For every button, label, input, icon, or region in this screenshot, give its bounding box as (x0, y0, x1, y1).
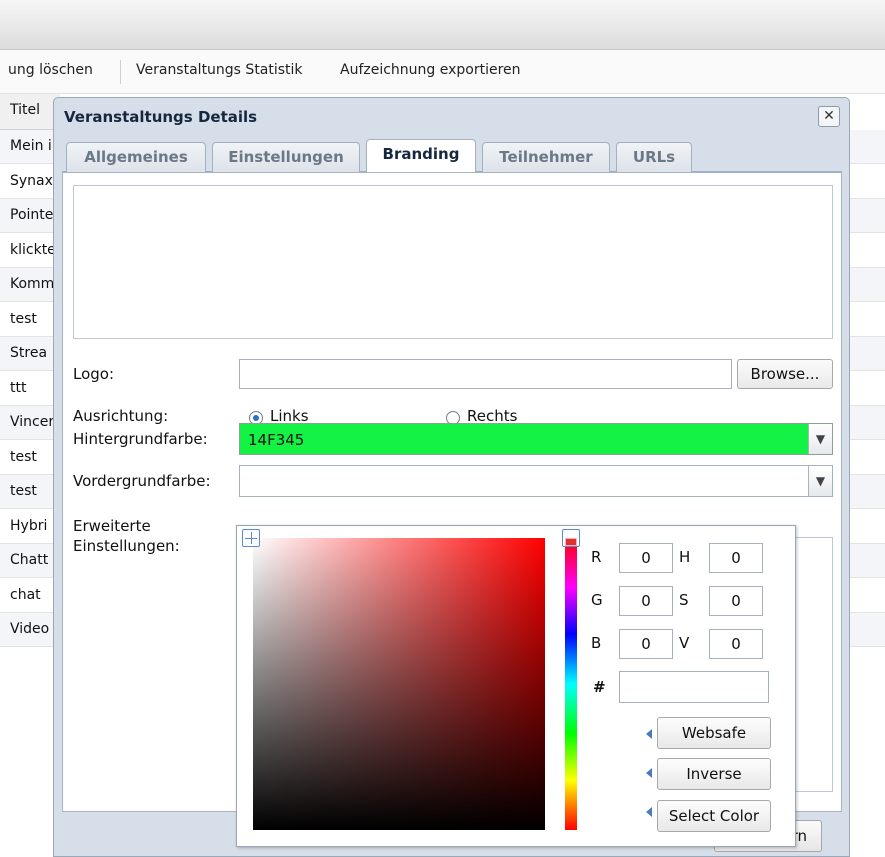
background-color-value: 14F345 (248, 431, 305, 449)
row-title: test (10, 448, 37, 465)
b-label: B (591, 634, 602, 652)
r-label: R (591, 548, 602, 566)
tab-branding[interactable]: Branding (366, 139, 476, 173)
tab-einstellungen[interactable]: Einstellungen (212, 142, 360, 172)
inverse-button[interactable]: Inverse (657, 758, 771, 790)
s-field[interactable]: 0 (709, 586, 763, 616)
close-icon[interactable]: ✕ (818, 106, 840, 127)
row-title: Pointe (10, 207, 54, 223)
row-title: Strea (10, 345, 48, 361)
row-title: Synax (10, 172, 53, 189)
background-color-combo[interactable]: 14F345 ▼ (239, 423, 833, 455)
branding-preview (73, 185, 833, 339)
crosshair-icon[interactable] (242, 529, 260, 547)
row-title: test (10, 310, 37, 327)
select-color-button[interactable]: Select Color (657, 800, 771, 832)
h-label: H (679, 548, 691, 566)
export-recording-button[interactable]: Aufzeichnung exportieren (340, 62, 521, 78)
triangle-left-icon (646, 807, 652, 817)
row-title: test (10, 483, 37, 499)
row-title: ttt (10, 379, 27, 396)
h-field[interactable]: 0 (709, 543, 763, 573)
row-title: Komm (10, 276, 55, 292)
v-label: V (679, 634, 690, 652)
tab-urls[interactable]: URLs (616, 142, 692, 172)
triangle-left-icon (646, 768, 652, 778)
delete-event-button[interactable]: ung löschen (8, 62, 93, 78)
row-title: Video (10, 621, 50, 637)
color-picker: R 0 H 0 G 0 S 0 B 0 V 0 # Websafe Invers… (236, 525, 796, 847)
browse-button[interactable]: Browse... (737, 359, 833, 389)
toolbar-separator (120, 60, 121, 84)
row-title: Vincer (10, 414, 55, 430)
v-field[interactable]: 0 (709, 629, 763, 659)
foreground-color-label: Vordergrundfarbe: (73, 472, 211, 490)
saturation-value-box[interactable] (253, 538, 545, 830)
column-header-title: Titel (10, 102, 41, 118)
background-color-label: Hintergrundfarbe: (73, 430, 208, 448)
hue-slider-handle[interactable] (562, 529, 580, 547)
logo-input[interactable] (239, 359, 732, 389)
g-field[interactable]: 0 (619, 586, 673, 616)
hex-label: # (593, 678, 606, 696)
toolbar: ung löschen Veranstaltungs Statistik Auf… (0, 50, 885, 94)
grid-header-title[interactable]: Titel (0, 94, 60, 130)
advanced-settings-label-line2: Einstellungen: (73, 537, 180, 555)
hex-input[interactable] (619, 671, 769, 703)
row-title: Chatt (10, 552, 49, 568)
chevron-down-icon[interactable]: ▼ (808, 466, 832, 496)
tab-strip: Allgemeines Einstellungen Branding Teiln… (62, 136, 842, 173)
foreground-color-combo[interactable]: ▼ (239, 465, 833, 497)
s-label: S (679, 591, 689, 609)
row-title: chat (10, 586, 41, 603)
dialog-title: Veranstaltungs Details (64, 108, 258, 126)
r-field[interactable]: 0 (619, 543, 673, 573)
tab-allgemeines[interactable]: Allgemeines (66, 142, 206, 172)
g-label: G (591, 591, 603, 609)
advanced-settings-label-line1: Erweiterte (73, 517, 151, 535)
websafe-button[interactable]: Websafe (657, 717, 771, 749)
app-top-bar (0, 0, 885, 50)
alignment-label: Ausrichtung: (73, 407, 169, 425)
row-title: Hybri (10, 517, 48, 534)
triangle-left-icon (646, 729, 652, 739)
tab-teilnehmer[interactable]: Teilnehmer (482, 142, 610, 172)
b-field[interactable]: 0 (619, 629, 673, 659)
row-title: klickte (10, 241, 56, 258)
hue-slider[interactable] (565, 538, 577, 830)
event-statistics-button[interactable]: Veranstaltungs Statistik (136, 62, 303, 78)
row-title: Mein i (10, 138, 52, 154)
chevron-down-icon[interactable]: ▼ (808, 424, 832, 454)
logo-label: Logo: (73, 365, 115, 383)
